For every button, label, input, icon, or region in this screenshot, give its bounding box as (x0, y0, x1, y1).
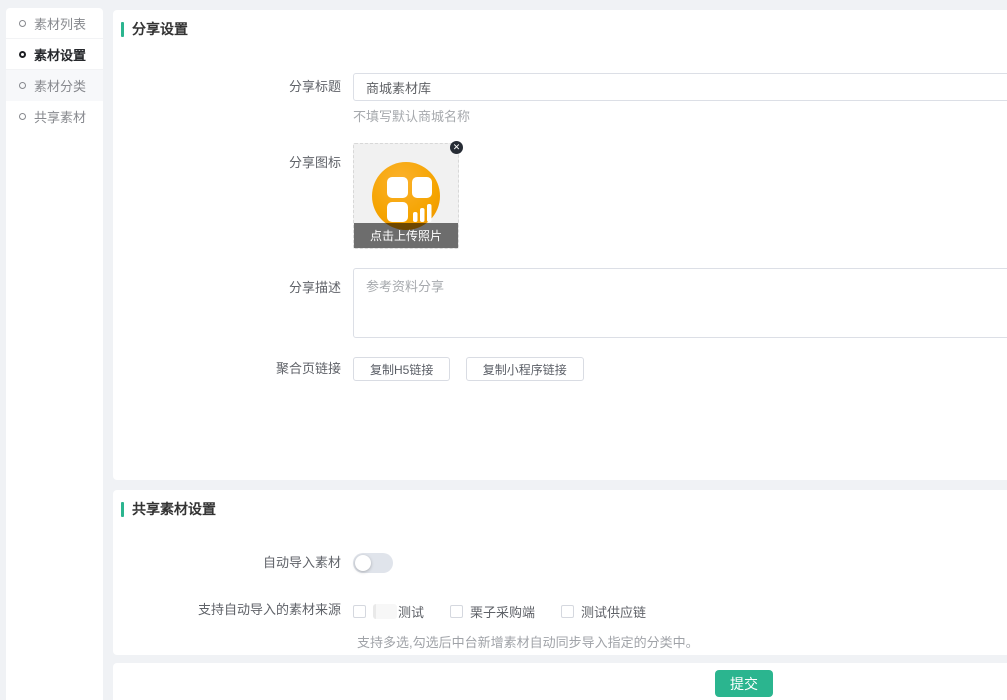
checkbox-icon[interactable] (353, 605, 366, 618)
source-checkbox-lizi-procurement[interactable]: 栗子采购端 (450, 602, 535, 621)
checkbox-icon[interactable] (450, 605, 463, 618)
auto-import-toggle[interactable] (353, 553, 393, 573)
radio-circle-icon (19, 51, 26, 58)
aggregate-link-label: 聚合页链接 (113, 357, 353, 381)
sidebar-item-shared-material[interactable]: 共享素材 (6, 101, 103, 132)
sidebar-item-label: 共享素材 (34, 107, 86, 126)
source-checkbox-group: 测试 栗子采购端 测试供应链 (353, 602, 646, 621)
share-settings-card: 分享设置 分享标题 不填写默认商城名称 分享图标 ✕ (113, 10, 1007, 480)
share-icon-label: 分享图标 (113, 143, 353, 249)
icon-upload-box[interactable]: ✕ 点击 (353, 143, 459, 249)
share-desc-row: 分享描述 (113, 268, 1007, 338)
submit-bar-card: 提交 (113, 663, 1007, 700)
import-sources-label: 支持自动导入的素材来源 (113, 602, 353, 621)
sidebar-item-label: 素材列表 (34, 14, 86, 33)
checkbox-label: 栗子采购端 (470, 602, 535, 621)
auto-import-label: 自动导入素材 (113, 553, 353, 573)
share-desc-label: 分享描述 (113, 268, 353, 338)
shared-material-settings-card: 共享素材设置 自动导入素材 支持自动导入的素材来源 测试 栗子采购端 (113, 490, 1007, 655)
share-desc-textarea[interactable] (353, 268, 1007, 338)
radio-circle-icon (19, 20, 26, 27)
redacted-text (373, 604, 397, 619)
upload-photo-button[interactable]: 点击上传照片 (354, 223, 458, 248)
checkbox-label: 测试 (398, 602, 424, 621)
section-title: 共享素材设置 (132, 499, 216, 519)
sidebar-item-material-list[interactable]: 素材列表 (6, 8, 103, 39)
sidebar-item-material-category[interactable]: 素材分类 (6, 70, 103, 101)
link-buttons: 复制H5链接 复制小程序链接 (353, 357, 595, 381)
checkbox-label: 测试供应链 (581, 602, 646, 621)
share-title-hint: 不填写默认商城名称 (353, 106, 470, 125)
submit-button[interactable]: 提交 (715, 670, 773, 697)
app-grid-chart-icon (370, 160, 442, 232)
section-accent-bar-icon (121, 22, 124, 37)
section-header: 分享设置 (113, 10, 1007, 39)
remove-image-icon[interactable]: ✕ (450, 141, 463, 154)
checkbox-icon[interactable] (561, 605, 574, 618)
import-sources-row: 支持自动导入的素材来源 测试 栗子采购端 测试供应链 (113, 602, 646, 621)
toggle-knob-icon (355, 555, 371, 571)
import-sources-hint: 支持多选,勾选后中台新增素材自动同步导入指定的分类中。 (357, 632, 699, 651)
sidebar-item-label: 素材分类 (34, 76, 86, 95)
aggregate-link-row: 聚合页链接 复制H5链接 复制小程序链接 (113, 357, 595, 381)
sidebar-item-material-settings[interactable]: 素材设置 (6, 39, 103, 70)
share-title-input[interactable] (353, 73, 1007, 101)
section-accent-bar-icon (121, 502, 124, 517)
auto-import-row: 自动导入素材 (113, 553, 393, 573)
radio-circle-icon (19, 82, 26, 89)
radio-circle-icon (19, 113, 26, 120)
main-content: 分享设置 分享标题 不填写默认商城名称 分享图标 ✕ (113, 0, 1007, 700)
share-title-row: 分享标题 (113, 73, 1007, 101)
share-icon-row: 分享图标 ✕ (113, 143, 459, 249)
source-checkbox-test-supply-chain[interactable]: 测试供应链 (561, 602, 646, 621)
share-title-label: 分享标题 (113, 73, 353, 101)
source-checkbox-test[interactable]: 测试 (353, 602, 424, 621)
sidebar-item-label: 素材设置 (34, 45, 86, 64)
section-title: 分享设置 (132, 19, 188, 39)
section-header: 共享素材设置 (113, 490, 1007, 519)
sidebar: 素材列表 素材设置 素材分类 共享素材 (6, 8, 103, 700)
copy-h5-link-button[interactable]: 复制H5链接 (353, 357, 450, 381)
copy-miniprogram-link-button[interactable]: 复制小程序链接 (466, 357, 584, 381)
